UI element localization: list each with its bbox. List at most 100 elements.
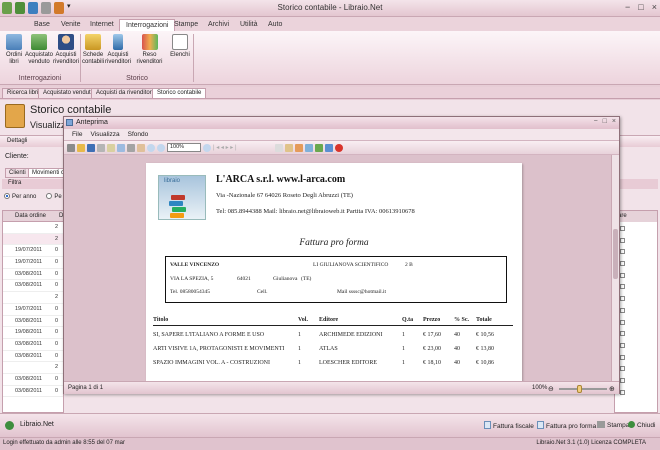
row-checkbox[interactable] [620, 249, 625, 255]
preview-minimize-button[interactable]: − [594, 118, 598, 125]
login-status: Login effettuato da admin alle 8:55 del … [3, 440, 125, 446]
tab-interrogazioni[interactable]: Interrogazioni [119, 19, 176, 31]
row-checkbox[interactable] [620, 354, 625, 360]
subtab-clienti[interactable]: Clienti [5, 168, 30, 178]
row-checkbox[interactable] [620, 237, 625, 243]
table-row[interactable]: 03/08/2011 0 [3, 374, 63, 386]
row-checkbox[interactable] [620, 296, 625, 302]
row-checkbox[interactable] [620, 389, 625, 395]
doc-tab-acquistato-venduto[interactable]: Acquistato venduto [38, 88, 100, 99]
table-row[interactable]: 19/07/2011 0 [3, 304, 63, 316]
copy-icon[interactable] [117, 143, 125, 152]
acquisti-rivenditori-button[interactable]: Acquisti rivenditori [53, 34, 79, 66]
table-row[interactable]: 19/08/2011 0 [3, 327, 63, 339]
row-date: 03/08/2011 [15, 270, 43, 277]
tab-internet[interactable]: Internet [84, 19, 120, 31]
zoom-out-button[interactable]: ⊖ [548, 385, 554, 393]
radio-per-anno[interactable]: Per anno [4, 193, 36, 200]
single-page-icon[interactable] [275, 143, 283, 152]
radio-periodo[interactable]: Pe [46, 193, 62, 200]
ordini-libri-button[interactable]: Ordini libri [3, 34, 25, 66]
table-row[interactable]: 2 [3, 222, 63, 234]
invoice-table-header: Titolo Vol. Editore Q.ta Prezzo % Sc. To… [153, 316, 513, 326]
fattura-pro-forma-button[interactable]: Fattura pro forma [537, 421, 596, 430]
row-checkbox[interactable] [620, 331, 625, 337]
export-icon[interactable] [315, 143, 323, 152]
row-checkbox[interactable] [620, 261, 625, 267]
chiudi-button[interactable]: Chiudi [628, 421, 655, 429]
page-setup-icon[interactable] [97, 143, 105, 152]
table-row[interactable]: 03/08/2011 0 [3, 386, 63, 398]
print-icon[interactable] [67, 143, 75, 152]
table-row[interactable]: 03/08/2011 0 [3, 269, 63, 281]
open-icon[interactable] [77, 143, 85, 152]
zoom-out-icon[interactable] [157, 143, 165, 152]
menu-sfondo[interactable]: Sfondo [128, 131, 149, 138]
customer-cell: Cell. [257, 289, 268, 295]
tab-stampe[interactable]: Stampe [168, 19, 204, 31]
tab-venite[interactable]: Venite [55, 19, 86, 31]
save-icon[interactable] [87, 143, 95, 152]
preview-canvas[interactable]: libraio L'ARCA s.r.l. www.l-arca.com Via… [64, 155, 619, 381]
tab-auto[interactable]: Auto [262, 19, 288, 31]
multi-page-icon[interactable] [285, 143, 293, 152]
zoom-slider[interactable] [559, 385, 607, 393]
send-icon[interactable] [325, 143, 333, 152]
row-checkbox[interactable] [620, 307, 625, 313]
acquisti-rivenditori-storico-button[interactable]: Acquisti rivenditori [105, 34, 131, 66]
menu-visualizza[interactable]: Visualizza [90, 131, 119, 138]
zoom-tool-icon[interactable] [203, 143, 211, 152]
watermark-icon[interactable] [305, 143, 313, 152]
fattura-fiscale-button[interactable]: Fattura fiscale [484, 421, 534, 430]
row-value: 0 [55, 282, 59, 289]
doc-tab-acquisti-rivenditore[interactable]: Acquisti da rivenditore [91, 88, 161, 99]
invoice-cell-qta: 1 [402, 360, 405, 366]
page-navigation[interactable]: | ◂ ◂ ▸ ▸ | [213, 144, 273, 151]
preview-close-button[interactable]: × [612, 118, 616, 125]
status-bar: Login effettuato da admin alle 8:55 del … [0, 437, 660, 450]
row-checkbox[interactable] [620, 319, 625, 325]
zoom-in-icon[interactable] [147, 143, 155, 152]
row-checkbox[interactable] [620, 226, 625, 231]
row-checkbox[interactable] [620, 366, 625, 372]
header-footer-icon[interactable] [295, 143, 303, 152]
row-checkbox[interactable] [620, 377, 625, 383]
table-row[interactable]: 19/07/2011 0 [3, 245, 63, 258]
zoom-slider-thumb[interactable] [577, 385, 582, 393]
tab-base[interactable]: Base [28, 19, 56, 31]
zoom-select[interactable]: 100% [167, 143, 201, 152]
preview-vertical-scrollbar[interactable] [611, 155, 619, 381]
zoom-in-button[interactable]: ⊕ [609, 385, 615, 393]
table-row[interactable]: 03/08/2011 0 [3, 280, 63, 293]
table-row[interactable]: 2 [3, 292, 63, 304]
minimize-button[interactable]: − [625, 2, 630, 12]
table-row[interactable]: 03/08/2011 0 [3, 351, 63, 363]
tab-archivi[interactable]: Archivi [202, 19, 235, 31]
maximize-button[interactable]: □ [638, 2, 643, 12]
invoice-cell-totale: € 10,56 [476, 332, 494, 338]
scale-icon[interactable] [127, 143, 135, 152]
elenchi-button[interactable]: Elenchi [169, 34, 191, 59]
email-icon[interactable] [107, 143, 115, 152]
row-checkbox[interactable] [620, 272, 625, 278]
reso-rivenditori-button[interactable]: Reso rivenditori [131, 34, 168, 66]
row-checkbox[interactable] [620, 284, 625, 290]
doc-tab-storico-contabile[interactable]: Storico contabile [152, 88, 207, 99]
preview-maximize-button[interactable]: □ [603, 118, 607, 125]
acquistato-venduto-button[interactable]: Acquistato venduto [25, 34, 53, 66]
tab-utilita[interactable]: Utilità [234, 19, 264, 31]
close-preview-icon[interactable] [335, 143, 343, 152]
stampa-button[interactable]: Stampa [597, 421, 629, 429]
table-row[interactable]: 19/07/2011 0 [3, 257, 63, 269]
hand-icon[interactable] [137, 143, 145, 152]
close-button[interactable]: × [652, 2, 657, 12]
table-row[interactable]: 2 [3, 362, 63, 374]
row-value: 0 [55, 340, 59, 347]
table-row[interactable]: 03/08/2011 0 [3, 339, 63, 351]
schede-contabili-button[interactable]: Schede contabili [82, 34, 104, 66]
menu-file[interactable]: File [72, 131, 82, 138]
table-row[interactable]: 2 [3, 233, 63, 246]
book-icon [169, 201, 183, 206]
row-checkbox[interactable] [620, 342, 625, 348]
table-row[interactable]: 03/08/2011 0 [3, 316, 63, 328]
